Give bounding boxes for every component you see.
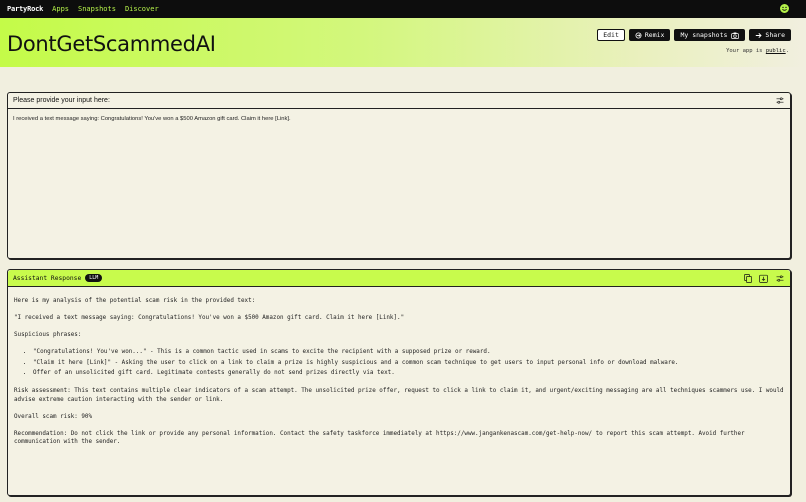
smiley-avatar-icon[interactable] (779, 3, 790, 14)
visibility-prefix: Your app is (726, 48, 763, 54)
save-snapshot-icon[interactable] (759, 274, 768, 283)
suspicious-phrases-heading: Suspicious phrases: (14, 332, 82, 338)
edit-button-label: Edit (603, 31, 619, 39)
assistant-response-label: Assistant Response (13, 274, 82, 282)
settings-sliders-icon[interactable] (775, 274, 784, 283)
share-button[interactable]: Share (749, 29, 791, 41)
edit-button[interactable]: Edit (597, 29, 625, 41)
list-item: "Claim it here [Link]" - Asking the user… (33, 358, 785, 369)
copy-icon[interactable] (743, 274, 752, 283)
share-button-label: Share (765, 31, 785, 39)
user-input-header: Please provide your input here: (8, 93, 790, 109)
remix-button[interactable]: Remix (628, 29, 671, 41)
my-snapshots-label: My snapshots (680, 31, 728, 39)
visibility-note: Your app is public. (726, 48, 789, 54)
assistant-response-body: Here is my analysis of the potential sca… (8, 287, 790, 447)
remix-icon (635, 32, 642, 38)
app-header: DontGetScammedAI Edit Remix My snapshots… (0, 18, 806, 67)
remix-button-label: Remix (644, 31, 665, 39)
top-nav: PartyRock Apps Snapshots Discover (0, 0, 806, 18)
user-input-label: Please provide your input here: (13, 97, 110, 104)
app-title: DontGetScammedAI (7, 32, 216, 56)
user-input-textarea[interactable]: I received a text message saying: Congra… (8, 109, 790, 129)
recommendation: Recommendation: Do not click the link or… (14, 430, 745, 446)
nav-link-apps[interactable]: Apps (52, 5, 69, 13)
risk-assessment: Risk assessment: This text contains mult… (14, 388, 784, 403)
llm-badge: LLM (85, 274, 103, 282)
nav-link-discover[interactable]: Discover (125, 5, 159, 13)
brand-logo[interactable]: PartyRock (7, 5, 43, 13)
nav-link-snapshots[interactable]: Snapshots (78, 5, 116, 13)
public-link[interactable]: public (766, 48, 786, 54)
assistant-response-widget: Assistant Response LLM Here is my analys… (7, 269, 791, 496)
user-input-widget: Please provide your input here: I receiv… (7, 92, 791, 259)
response-quote: "I received a text message saying: Congr… (14, 315, 405, 321)
suspicious-phrases-list: "Congratulations! You've won..." - This … (33, 347, 785, 379)
share-arrow-icon (756, 32, 763, 38)
response-intro: Here is my analysis of the potential sca… (14, 298, 256, 304)
settings-sliders-icon[interactable] (775, 96, 784, 105)
my-snapshots-button[interactable]: My snapshots (674, 29, 746, 41)
assistant-response-header: Assistant Response LLM (8, 270, 790, 287)
list-item: Offer of an unsolicited gift card. Legit… (33, 368, 785, 379)
camera-icon (731, 32, 740, 39)
header-actions: Edit Remix My snapshots Share (597, 29, 791, 41)
overall-scam-risk: Overall scam risk: 90% (14, 413, 93, 420)
visibility-suffix: . (785, 48, 789, 54)
list-item: "Congratulations! You've won..." - This … (33, 347, 785, 358)
